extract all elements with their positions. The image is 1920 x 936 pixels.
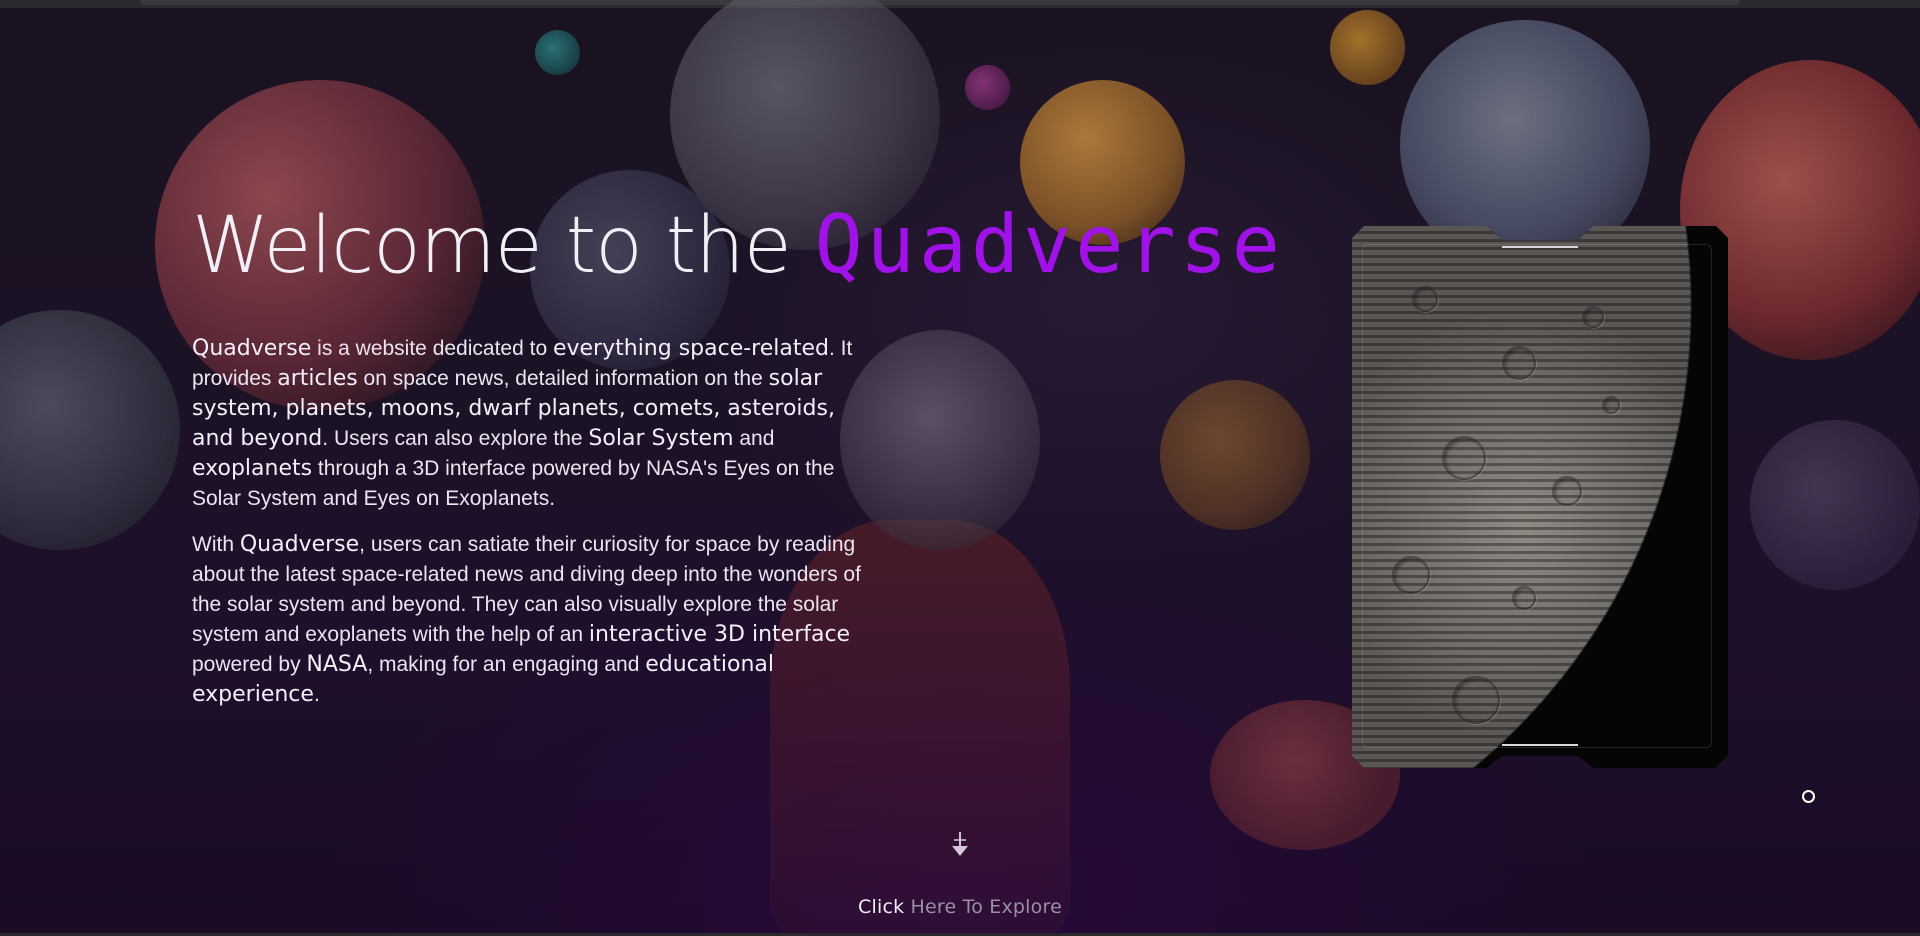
highlight-text: exoplanets: [192, 456, 313, 481]
moon-crater: [1502, 346, 1536, 380]
moon-crater: [1442, 436, 1486, 480]
body-text: . Users can also explore the: [322, 427, 589, 450]
body-text: powered by: [192, 653, 307, 676]
background-planet: [965, 65, 1010, 110]
moon-image-frame: [1352, 226, 1728, 768]
body-text: and: [733, 427, 775, 450]
highlight-text: interactive 3D interface: [588, 622, 851, 647]
background-planet: [0, 310, 180, 550]
background-planet: [535, 30, 580, 75]
moon-crater: [1552, 476, 1582, 506]
highlight-text: articles: [277, 366, 358, 391]
explore-link-rest: Here To Explore: [904, 896, 1062, 918]
background-planet: [1160, 380, 1310, 530]
highlight-text: Quadverse: [192, 336, 312, 361]
highlight-text: Solar System: [588, 426, 734, 451]
body-text: .: [313, 683, 320, 706]
hero-title: Welcome to the Quadverse: [192, 205, 1284, 286]
frame-accent-bottom: [1502, 744, 1578, 746]
landing-page: Welcome to the Quadverse Quadverse is a …: [0, 0, 1920, 936]
moon-crater: [1412, 286, 1438, 312]
moon-crater: [1512, 586, 1536, 610]
moon-crater: [1582, 306, 1604, 328]
frame-accent-top: [1502, 246, 1578, 248]
moon-crater: [1452, 676, 1500, 724]
background-planet: [1330, 10, 1405, 85]
explore-link-first-word: Click: [858, 896, 905, 918]
slide-indicator-dot[interactable]: [1802, 790, 1815, 803]
arrow-down-icon[interactable]: [948, 830, 972, 858]
hero-title-prefix: Welcome to the: [192, 201, 815, 291]
moon-crater: [1602, 396, 1620, 414]
body-text: , making for an engaging and: [367, 653, 646, 676]
body-text: is a website dedicated to: [311, 337, 553, 360]
browser-top-bar: [0, 0, 1920, 8]
body-text: With: [192, 533, 240, 556]
arrow-down-icon-graphic: [952, 832, 968, 856]
highlight-text: everything space-related: [552, 336, 829, 361]
intro-paragraph: Quadverse is a website dedicated to ever…: [192, 334, 882, 514]
highlight-text: Quadverse: [239, 532, 360, 557]
browser-tab-strip: [140, 0, 1740, 5]
moon-crater: [1392, 556, 1430, 594]
body-text: on space news, detailed information on t…: [357, 367, 769, 390]
brand-name: Quadverse: [814, 198, 1284, 291]
detail-paragraph: With Quadverse, users can satiate their …: [192, 530, 882, 710]
background-planet: [1750, 420, 1920, 590]
explore-link[interactable]: Click Here To Explore: [0, 896, 1920, 918]
highlight-text: NASA: [306, 652, 368, 677]
hero-description: Quadverse is a website dedicated to ever…: [192, 334, 882, 726]
